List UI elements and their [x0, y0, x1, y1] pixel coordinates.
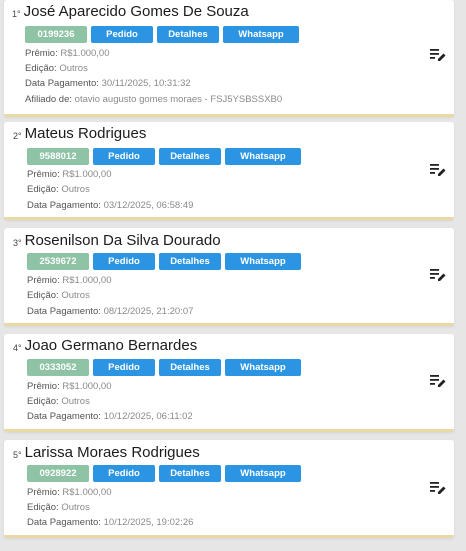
winner-title: 3° Rosenilson Da Silva Dourado — [13, 232, 221, 254]
payment-date-label: Data Pagamento: — [27, 411, 101, 422]
edition-label: Edição: — [25, 63, 57, 74]
affiliate-line: Afiliado de: otavio augusto gomes moraes… — [25, 92, 282, 107]
payment-date-value: 10/12/2025, 06:11:02 — [103, 411, 193, 422]
payment-date-label: Data Pagamento: — [25, 78, 99, 89]
payment-date-line: Data Pagamento: 08/12/2025, 21:20:07 — [27, 304, 193, 319]
payment-date-label: Data Pagamento: — [27, 200, 101, 211]
rank-number: 3° — [13, 238, 22, 248]
prize-value: R$1.000,00 — [62, 381, 112, 392]
prize-line: Prêmio: R$1.000,00 — [27, 273, 112, 288]
ticket-code-badge: 0928922 — [27, 465, 89, 482]
edition-line: Edição: Outros — [27, 500, 90, 515]
payment-date-value: 30/11/2025, 10:31:32 — [101, 78, 191, 89]
winner-card: 5° Larissa Moraes Rodrigues 0928922 Pedi… — [4, 440, 454, 538]
detalhes-button[interactable]: Detalhes — [159, 359, 221, 376]
affiliate-value: otavio augusto gomes moraes - FSJ5YSBSSX… — [74, 94, 283, 105]
edition-label: Edição: — [27, 184, 59, 195]
payment-date-line: Data Pagamento: 30/11/2025, 10:31:32 — [25, 76, 191, 91]
winner-name: Rosenilson Da Silva Dourado — [24, 232, 221, 249]
prize-value: R$1.000,00 — [62, 487, 112, 498]
ticket-code-badge: 0333052 — [27, 359, 89, 376]
winner-name: Larissa Moraes Rodrigues — [24, 444, 200, 461]
prize-value: R$1.000,00 — [60, 48, 110, 59]
playlist-edit-icon[interactable] — [430, 268, 446, 282]
prize-label: Prêmio: — [27, 169, 60, 180]
whatsapp-button[interactable]: Whatsapp — [223, 26, 299, 43]
detalhes-button[interactable]: Detalhes — [157, 26, 219, 43]
winner-card: 4° Joao Germano Bernardes 0333052 Pedido… — [4, 334, 454, 432]
payment-date-line: Data Pagamento: 10/12/2025, 06:11:02 — [27, 409, 193, 424]
winner-title: 2° Mateus Rodrigues — [13, 125, 146, 147]
payment-date-label: Data Pagamento: — [27, 517, 101, 528]
playlist-edit-icon[interactable] — [430, 374, 446, 388]
winner-card: 2° Mateus Rodrigues 9588012 Pedido Detal… — [4, 122, 454, 220]
winner-title: 5° Larissa Moraes Rodrigues — [13, 444, 200, 466]
payment-date-value: 03/12/2025, 06:58:49 — [103, 200, 194, 211]
winner-name: José Aparecido Gomes De Souza — [23, 3, 249, 20]
winner-title: 1° José Aparecido Gomes De Souza — [12, 3, 249, 25]
pedido-button[interactable]: Pedido — [93, 465, 155, 482]
edition-line: Edição: Outros — [27, 394, 90, 409]
edition-value: Outros — [59, 63, 88, 74]
rank-number: 5° — [13, 450, 22, 460]
action-row: 9588012 Pedido Detalhes Whatsapp — [27, 148, 301, 165]
prize-label: Prêmio: — [27, 381, 60, 392]
action-row: 0199236 Pedido Detalhes Whatsapp — [25, 26, 299, 43]
prize-label: Prêmio: — [25, 48, 58, 59]
pedido-button[interactable]: Pedido — [93, 359, 155, 376]
detalhes-button[interactable]: Detalhes — [159, 253, 221, 270]
affiliate-label: Afiliado de: — [25, 94, 73, 105]
winner-name: Mateus Rodrigues — [24, 125, 147, 142]
payment-date-value: 08/12/2025, 21:20:07 — [103, 306, 194, 317]
action-row: 2539672 Pedido Detalhes Whatsapp — [27, 253, 301, 270]
ticket-code-badge: 9588012 — [27, 148, 89, 165]
edition-label: Edição: — [27, 502, 59, 513]
playlist-edit-icon[interactable] — [430, 481, 446, 495]
rank-number: 4° — [13, 343, 22, 353]
edition-label: Edição: — [27, 290, 59, 301]
prize-line: Prêmio: R$1.000,00 — [27, 485, 112, 500]
whatsapp-button[interactable]: Whatsapp — [225, 359, 301, 376]
prize-label: Prêmio: — [27, 487, 60, 498]
edition-value: Outros — [61, 502, 90, 513]
edition-label: Edição: — [27, 396, 59, 407]
winner-name: Joao Germano Bernardes — [24, 337, 198, 354]
pedido-button[interactable]: Pedido — [93, 253, 155, 270]
whatsapp-button[interactable]: Whatsapp — [225, 465, 301, 482]
winner-card: 3° Rosenilson Da Silva Dourado 2539672 P… — [4, 228, 454, 326]
prize-line: Prêmio: R$1.000,00 — [27, 167, 112, 182]
edition-line: Edição: Outros — [27, 182, 90, 197]
prize-line: Prêmio: R$1.000,00 — [27, 379, 112, 394]
whatsapp-button[interactable]: Whatsapp — [225, 253, 301, 270]
payment-date-line: Data Pagamento: 03/12/2025, 06:58:49 — [27, 198, 193, 213]
ticket-code-badge: 2539672 — [27, 253, 89, 270]
edition-line: Edição: Outros — [27, 288, 90, 303]
edition-value: Outros — [61, 396, 90, 407]
action-row: 0928922 Pedido Detalhes Whatsapp — [27, 465, 301, 482]
pedido-button[interactable]: Pedido — [91, 26, 153, 43]
rank-number: 2° — [13, 131, 22, 141]
winner-title: 4° Joao Germano Bernardes — [13, 337, 197, 359]
winner-card: 1° José Aparecido Gomes De Souza 0199236… — [4, 0, 454, 117]
playlist-edit-icon[interactable] — [430, 48, 446, 62]
prize-label: Prêmio: — [27, 275, 60, 286]
edition-line: Edição: Outros — [25, 61, 88, 76]
whatsapp-button[interactable]: Whatsapp — [225, 148, 301, 165]
detalhes-button[interactable]: Detalhes — [159, 148, 221, 165]
prize-value: R$1.000,00 — [62, 169, 112, 180]
payment-date-value: 10/12/2025, 19:02:26 — [103, 517, 194, 528]
edition-value: Outros — [61, 184, 90, 195]
edition-value: Outros — [61, 290, 90, 301]
rank-number: 1° — [12, 9, 21, 19]
pedido-button[interactable]: Pedido — [93, 148, 155, 165]
prize-line: Prêmio: R$1.000,00 — [25, 46, 110, 61]
payment-date-line: Data Pagamento: 10/12/2025, 19:02:26 — [27, 515, 193, 530]
playlist-edit-icon[interactable] — [430, 163, 446, 177]
action-row: 0333052 Pedido Detalhes Whatsapp — [27, 359, 301, 376]
payment-date-label: Data Pagamento: — [27, 306, 101, 317]
prize-value: R$1.000,00 — [62, 275, 112, 286]
detalhes-button[interactable]: Detalhes — [159, 465, 221, 482]
ticket-code-badge: 0199236 — [25, 26, 87, 43]
